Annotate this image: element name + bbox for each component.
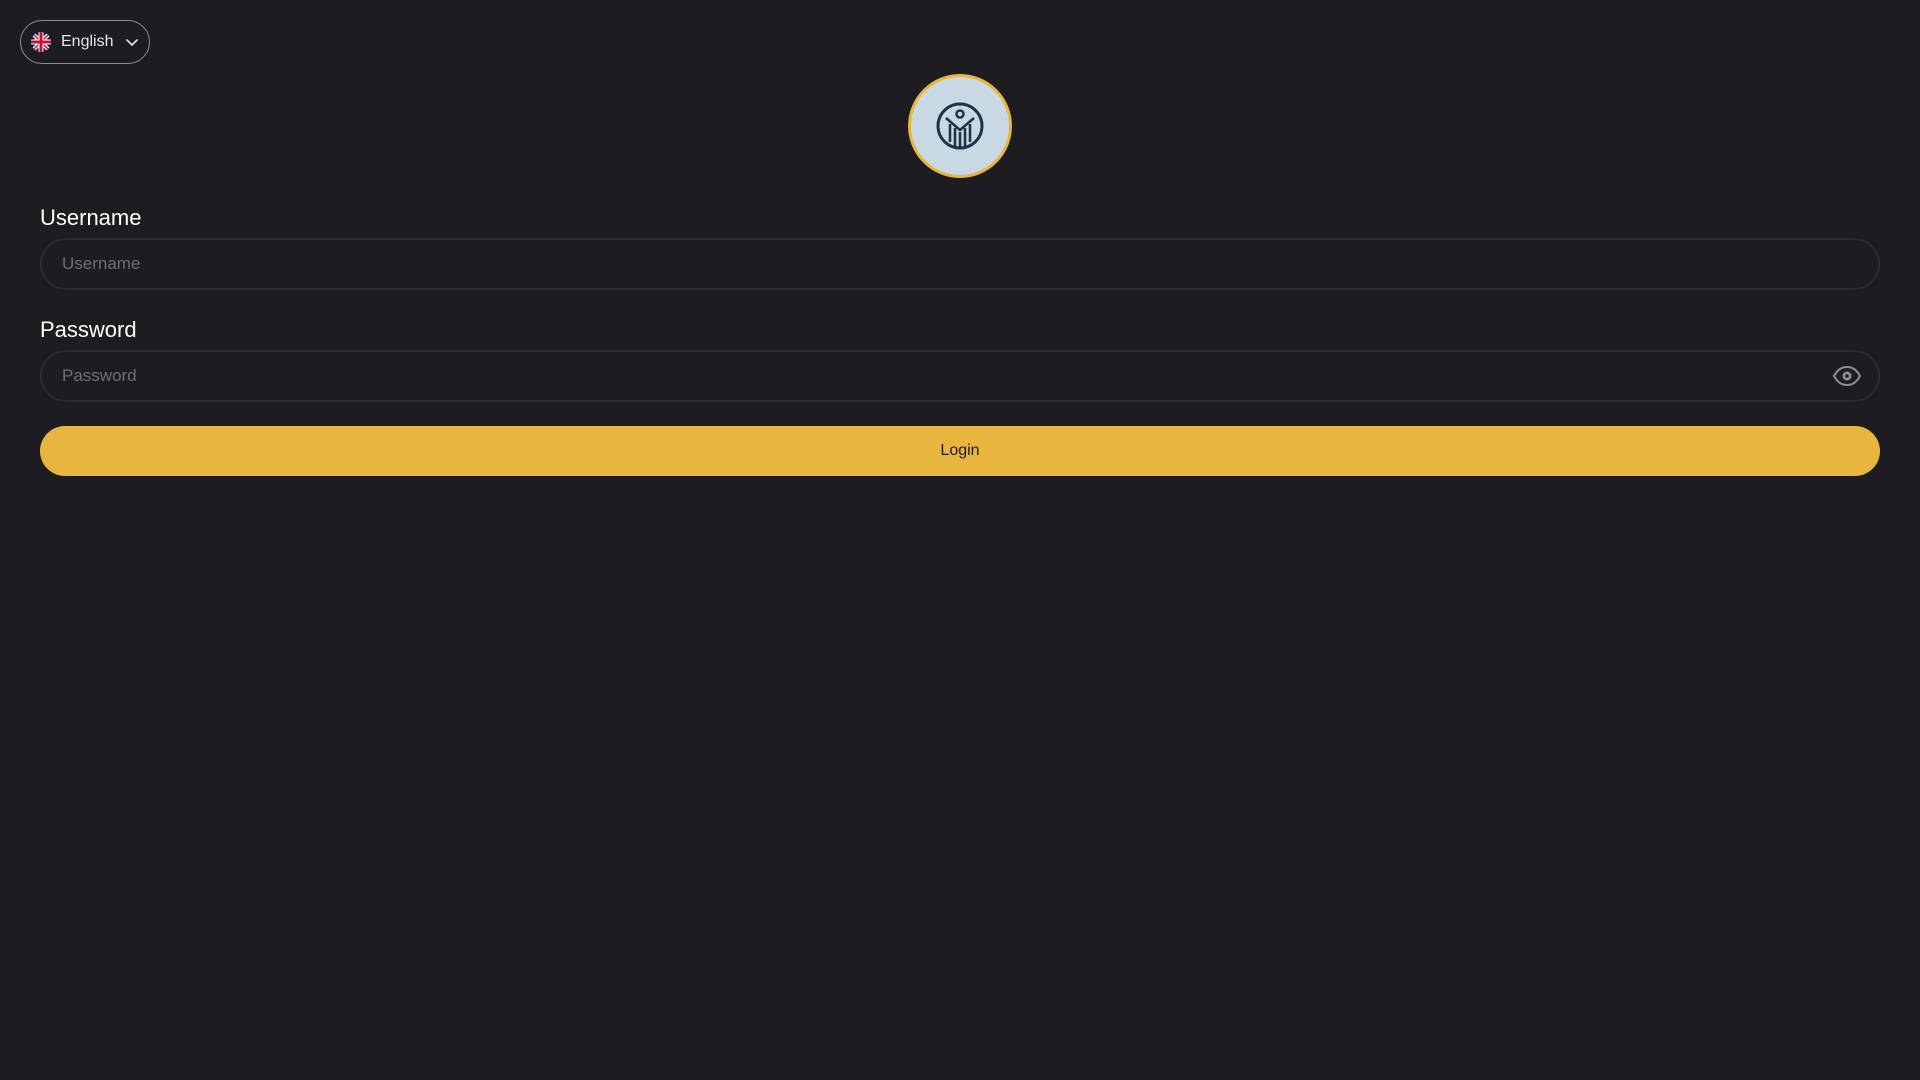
login-button[interactable]: Login xyxy=(40,426,1880,476)
login-form: Username Password Login xyxy=(40,202,1880,476)
brand-logo-icon xyxy=(936,102,984,150)
language-label: English xyxy=(61,33,114,50)
brand-logo xyxy=(908,74,1012,178)
language-selector[interactable]: English xyxy=(20,20,150,64)
eye-icon xyxy=(1832,365,1862,387)
username-field-wrapper xyxy=(40,238,1880,290)
password-label: Password xyxy=(40,317,137,342)
show-password-toggle[interactable] xyxy=(1832,362,1862,390)
username-input[interactable] xyxy=(40,238,1880,290)
chevron-down-icon xyxy=(126,39,138,46)
uk-flag-icon xyxy=(31,32,51,52)
username-label: Username xyxy=(40,205,142,230)
password-field-wrapper xyxy=(40,350,1880,402)
password-input[interactable] xyxy=(40,350,1880,402)
